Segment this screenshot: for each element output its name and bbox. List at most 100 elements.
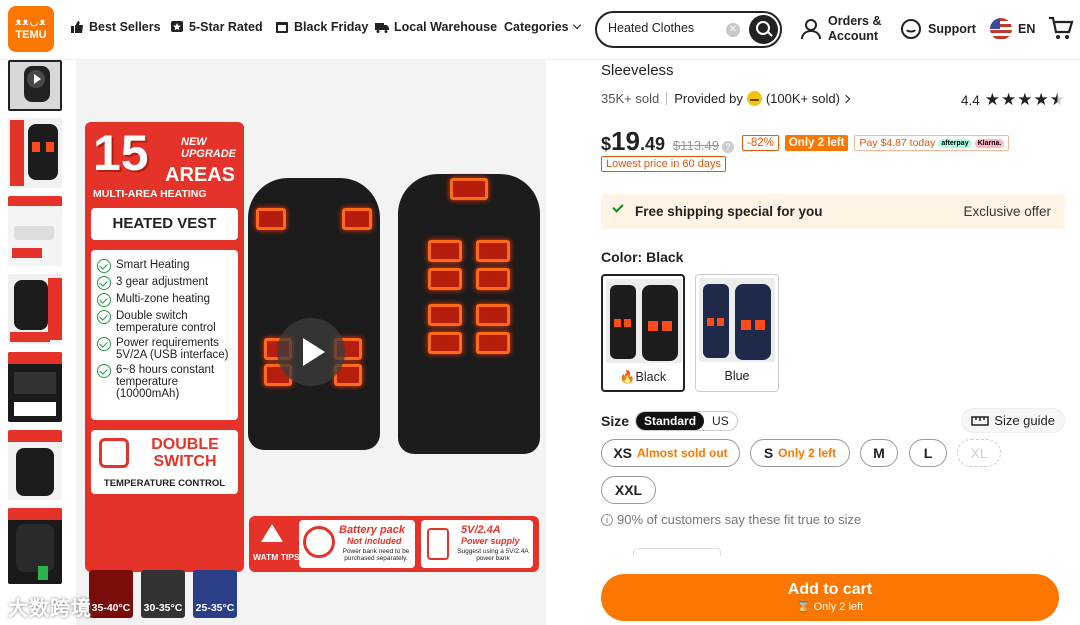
- swatch-image: [699, 278, 775, 362]
- check-icon: [612, 201, 624, 213]
- feature-item: Smart Heating: [97, 259, 232, 273]
- size-option-m[interactable]: M: [860, 439, 898, 467]
- vest-back-illustration: [398, 174, 540, 454]
- pay-today-text: Pay $4.87 today: [859, 137, 936, 149]
- size-header: Size Standard US: [601, 411, 738, 431]
- afterpay-logo: afterpay: [938, 138, 972, 148]
- thumbnail-image[interactable]: [8, 196, 62, 266]
- size-label: Size: [601, 413, 630, 429]
- support-link[interactable]: Support: [900, 18, 976, 40]
- size-option-xxl[interactable]: XXL: [601, 476, 656, 504]
- main-product-image[interactable]: 15 NEW UPGRADE AREAS MULTI-AREA HEATING …: [76, 60, 546, 625]
- chevron-right-icon[interactable]: [841, 94, 851, 103]
- seller-avatar-icon[interactable]: [746, 91, 762, 106]
- hourglass-icon: ⌛: [796, 601, 811, 613]
- top-navigation-bar: ᴥᴥ◡ᴥ TEMU Best Sellers 5-Star Rated Blac…: [0, 0, 1080, 60]
- clear-search-icon[interactable]: ✕: [726, 23, 740, 37]
- rating-value: 4.4: [960, 92, 980, 108]
- thumbnail-image[interactable]: [8, 352, 62, 422]
- shipping-text: Free shipping special for you: [635, 204, 823, 219]
- feature-list: Smart Heating 3 gear adjustment Multi-zo…: [91, 250, 238, 420]
- nav-five-star[interactable]: 5-Star Rated: [170, 20, 263, 34]
- provider-sold[interactable]: (100K+ sold): [766, 91, 840, 106]
- orders-account-link[interactable]: Orders & Account: [800, 14, 882, 44]
- chevron-down-icon: [572, 20, 581, 30]
- nav-label: Local Warehouse: [394, 20, 498, 34]
- account-line-2: Account: [828, 29, 878, 43]
- size-system-toggle: Standard US: [635, 411, 738, 431]
- thumbnail-image[interactable]: [8, 274, 62, 344]
- color-option-blue[interactable]: Blue: [695, 274, 779, 392]
- price-decimal: .49: [639, 134, 665, 154]
- panel-multi: MULTI-AREA HEATING: [93, 188, 207, 200]
- size-option-l[interactable]: L: [909, 439, 947, 467]
- size-guide-button[interactable]: Size guide: [961, 408, 1065, 433]
- nav-categories[interactable]: Categories: [504, 20, 581, 34]
- thumbnail-image[interactable]: [8, 118, 62, 188]
- language-selector[interactable]: EN: [990, 18, 1035, 40]
- feature-item: Power requirements 5V/2A (USB interface): [97, 337, 232, 361]
- provided-by-label: Provided by: [674, 91, 743, 106]
- temu-logo[interactable]: ᴥᴥ◡ᴥ TEMU: [8, 6, 54, 52]
- nav-label: 5-Star Rated: [189, 20, 263, 34]
- product-info-panel: Sleeveless 35K+ sold Provided by (100K+ …: [601, 60, 1071, 625]
- user-icon: [801, 19, 821, 40]
- price-info-icon[interactable]: ?: [722, 141, 734, 153]
- nav-best-sellers[interactable]: Best Sellers: [70, 20, 161, 34]
- thumbnail-video[interactable]: [8, 60, 62, 111]
- panel-product-name: HEATED VEST: [91, 208, 238, 240]
- star-icon: ★: [1033, 90, 1049, 109]
- nav-black-friday[interactable]: Black Friday: [275, 20, 368, 34]
- panel-new: NEW: [181, 136, 207, 148]
- thumbs-up-icon: [71, 21, 83, 33]
- divider: [666, 92, 668, 105]
- temp-level-mid: 30-35°C: [141, 570, 185, 618]
- play-video-button[interactable]: [277, 318, 345, 386]
- support-label: Support: [928, 22, 976, 36]
- power-switch-icon: [99, 438, 129, 468]
- search-input[interactable]: [608, 21, 728, 35]
- nav-label: Categories: [504, 20, 569, 34]
- check-circle-icon: [97, 259, 111, 273]
- thumbnail-image[interactable]: [8, 508, 62, 584]
- size-option-xl: XL: [957, 439, 1001, 467]
- temp-control-label: TEMPERATURE CONTROL: [103, 478, 226, 489]
- color-option-black[interactable]: 🔥Black: [601, 274, 685, 392]
- panel-areas: AREAS: [165, 164, 236, 186]
- free-shipping-banner[interactable]: Free shipping special for you Exclusive …: [601, 194, 1065, 229]
- original-price: $113.49: [672, 138, 719, 153]
- logo-mark: ᴥᴥ◡ᴥ: [15, 17, 47, 28]
- size-option-s[interactable]: S Only 2 left: [750, 439, 850, 467]
- quantity-selector[interactable]: [633, 548, 721, 556]
- star-icon: ★: [1017, 90, 1033, 109]
- search-bar: ✕: [595, 11, 782, 48]
- size-system-us[interactable]: US: [704, 412, 737, 430]
- thumbnail-image[interactable]: [8, 430, 62, 500]
- nav-local-warehouse[interactable]: Local Warehouse: [375, 20, 497, 34]
- support-chat-icon: [901, 19, 921, 39]
- warm-tips-banner: WATM TIPS Battery pack Not included Powe…: [249, 516, 539, 572]
- calendar-icon: [276, 22, 288, 33]
- nav-label: Black Friday: [294, 20, 369, 34]
- color-label: Color: Black: [601, 249, 684, 265]
- no-battery-icon: [303, 526, 335, 558]
- power-supply-box: 5V/2.4A Power supply Suggest using a 5V/…: [421, 520, 533, 568]
- star-badge-icon: [171, 21, 183, 32]
- add-to-cart-button[interactable]: Add to cart ⌛ Only 2 left: [601, 574, 1059, 621]
- sales-meta: 35K+ sold Provided by (100K+ sold): [601, 91, 851, 106]
- panel-number: 15: [93, 125, 149, 181]
- pay-later-badge[interactable]: Pay $4.87 today afterpay Klarna.: [854, 135, 1010, 151]
- fit-note-text: 90% of customers say these fit true to s…: [617, 512, 862, 527]
- rating[interactable]: 4.4 ★ ★ ★ ★ ★: [961, 90, 1065, 110]
- size-system-standard[interactable]: Standard: [636, 412, 705, 430]
- cart-icon[interactable]: [1048, 16, 1074, 40]
- search-button[interactable]: [749, 15, 778, 44]
- usb-icon: [427, 528, 449, 560]
- truck-icon: [375, 23, 389, 33]
- check-circle-icon: [97, 337, 111, 351]
- add-to-cart-label: Add to cart: [787, 581, 873, 598]
- double-switch-box: DOUBLE SWITCH TEMPERATURE CONTROL: [91, 430, 238, 494]
- panel-new-upgrade: NEW UPGRADE: [181, 136, 236, 160]
- size-option-xs[interactable]: XS Almost sold out: [601, 439, 740, 467]
- swatch-label: 🔥Black: [619, 370, 667, 384]
